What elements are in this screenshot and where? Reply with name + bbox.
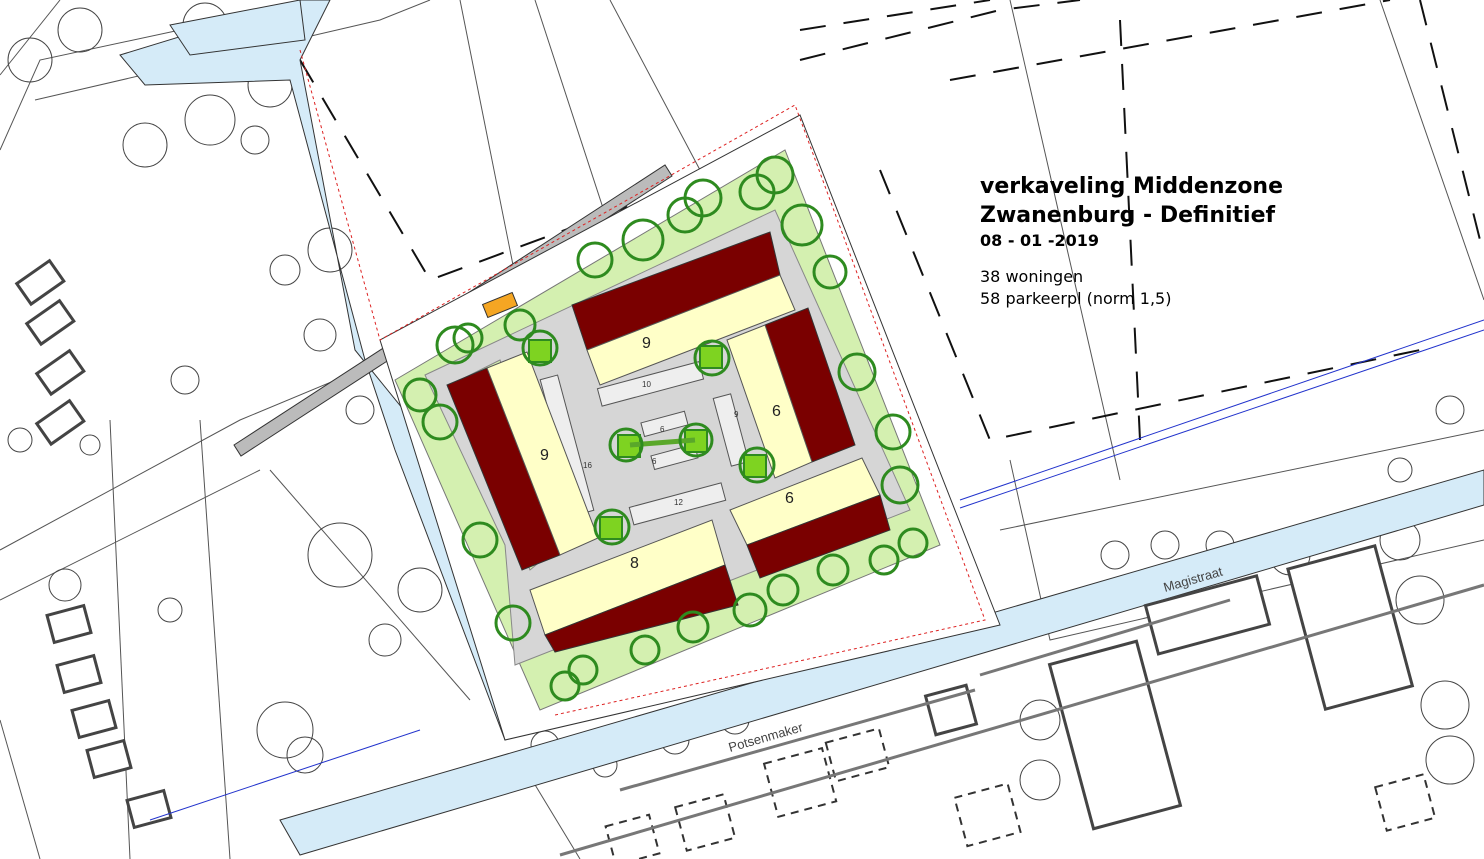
title-block: verkaveling Middenzone Zwanenburg - Defi…: [980, 172, 1283, 310]
block-label-north: 9: [642, 335, 651, 352]
parking-label-center-bottom: 6: [652, 457, 657, 466]
stat-parking: 58 parkeerpl (norm 1,5): [980, 289, 1172, 308]
plan-title-line-2: Zwanenburg - Definitief: [980, 203, 1276, 228]
plan-title-line-1: verkaveling Middenzone: [980, 174, 1284, 199]
stat-dwellings: 38 woningen: [980, 267, 1084, 286]
parking-label-center-top: 6: [660, 425, 665, 434]
plan-stats: 38 woningen 58 parkeerpl (norm 1,5): [980, 266, 1283, 310]
parking-label-east: 9: [734, 410, 739, 419]
block-label-southeast: 6: [785, 490, 794, 507]
site-plan-map: 9 9 6 6 8 10 16 9 12 6 6 Magistraat Pots…: [0, 0, 1484, 859]
parking-label-north: 10: [642, 380, 651, 389]
block-label-east: 6: [772, 403, 781, 420]
parking-label-south: 12: [674, 498, 683, 507]
block-label-south: 8: [630, 555, 639, 572]
parking-label-west: 16: [583, 461, 592, 470]
block-label-west: 9: [540, 447, 549, 464]
plan-date: 08 - 01 -2019: [980, 231, 1100, 250]
